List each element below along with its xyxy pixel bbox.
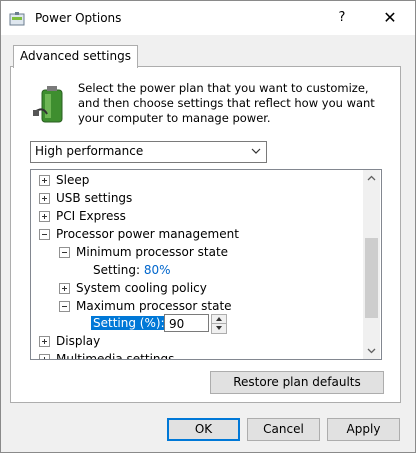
collapse-minus-icon[interactable] bbox=[59, 247, 70, 258]
min-setting-value[interactable]: 80% bbox=[144, 263, 171, 277]
min-state-setting[interactable]: Setting: 80% bbox=[93, 261, 171, 279]
chevron-down-icon bbox=[367, 348, 376, 354]
settings-tree[interactable]: Sleep USB settings PCI Express Processor… bbox=[30, 169, 382, 360]
setting-label: Setting: bbox=[93, 263, 141, 277]
power-plan-dropdown[interactable]: High performance bbox=[30, 141, 267, 163]
window-title: Power Options bbox=[35, 11, 122, 25]
selected-plan: High performance bbox=[35, 144, 144, 158]
tree-content: Sleep USB settings PCI Express Processor… bbox=[31, 170, 363, 359]
spin-down-button[interactable] bbox=[212, 324, 226, 333]
cancel-button[interactable]: Cancel bbox=[247, 418, 320, 441]
title-bar: Power Options ? ✕ bbox=[1, 1, 415, 35]
max-setting-label: Setting (%): bbox=[91, 316, 167, 330]
max-setting-input[interactable]: 90 bbox=[164, 314, 209, 332]
vertical-scrollbar[interactable] bbox=[363, 170, 380, 359]
expand-plus-icon[interactable] bbox=[39, 175, 50, 186]
expand-plus-icon[interactable] bbox=[39, 193, 50, 204]
scroll-thumb[interactable] bbox=[365, 238, 378, 318]
arrow-down-icon bbox=[216, 326, 222, 330]
scroll-down-button[interactable] bbox=[363, 342, 380, 359]
power-options-icon bbox=[9, 12, 25, 26]
tab-advanced-settings[interactable]: Advanced settings bbox=[13, 45, 138, 68]
scroll-up-button[interactable] bbox=[363, 170, 380, 187]
expand-plus-icon[interactable] bbox=[39, 336, 50, 347]
max-state-setting-row: Setting (%): bbox=[91, 314, 167, 332]
arrow-up-icon bbox=[216, 317, 222, 321]
spin-buttons bbox=[211, 314, 227, 334]
description-text: Select the power plan that you want to c… bbox=[78, 81, 375, 125]
expand-plus-icon[interactable] bbox=[39, 211, 50, 222]
close-button[interactable]: ✕ bbox=[367, 3, 413, 33]
expand-plus-icon[interactable] bbox=[39, 354, 50, 359]
chevron-down-icon bbox=[251, 148, 261, 154]
spin-up-button[interactable] bbox=[212, 315, 226, 324]
apply-button[interactable]: Apply bbox=[327, 418, 400, 441]
chevron-up-icon bbox=[367, 175, 376, 181]
ok-button[interactable]: OK bbox=[167, 418, 240, 441]
power-options-window: Power Options ? ✕ Advanced settings Sele… bbox=[0, 0, 416, 453]
collapse-minus-icon[interactable] bbox=[59, 301, 70, 312]
battery-icon bbox=[33, 86, 63, 123]
help-button[interactable]: ? bbox=[319, 3, 365, 33]
collapse-minus-icon[interactable] bbox=[39, 229, 50, 240]
expand-plus-icon[interactable] bbox=[59, 283, 70, 294]
restore-plan-defaults-button[interactable]: Restore plan defaults bbox=[210, 371, 384, 394]
